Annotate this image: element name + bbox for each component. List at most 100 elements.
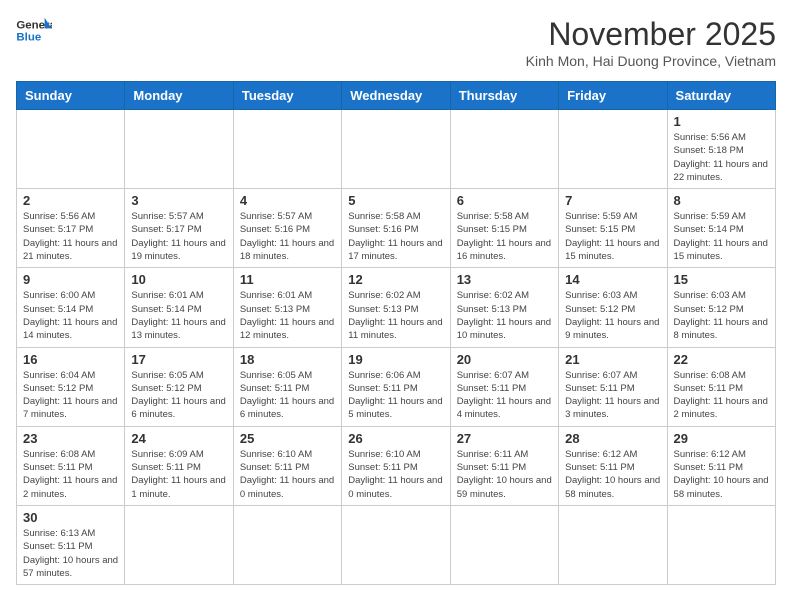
day-info: Sunrise: 6:12 AM Sunset: 5:11 PM Dayligh… (674, 448, 769, 501)
table-row: 15Sunrise: 6:03 AM Sunset: 5:12 PM Dayli… (667, 268, 775, 347)
table-row: 21 Sunrise: 6:07 AM Sunset: 5:11 PM Dayli… (559, 347, 667, 426)
day-number: 12 (348, 272, 443, 287)
table-row: 14 Sunrise: 6:03 AM Sunset: 5:12 PM Dayli… (559, 268, 667, 347)
day-info: Sunrise: 5:58 AM Sunset: 5:16 PM Dayligh… (348, 210, 443, 263)
day-info: Sunrise: 6:01 AM Sunset: 5:14 PM Dayligh… (131, 289, 226, 342)
day-number: 15 (674, 272, 769, 287)
table-row (17, 110, 125, 189)
day-info: Sunrise: 6:06 AM Sunset: 5:11 PM Dayligh… (348, 369, 443, 422)
day-info: Sunrise: 5:57 AM Sunset: 5:16 PM Dayligh… (240, 210, 335, 263)
day-number: 18 (240, 352, 335, 367)
day-number: 16 (23, 352, 118, 367)
header-tuesday: Tuesday (233, 82, 341, 110)
page-header: General Blue November 2025 Kinh Mon, Hai… (16, 16, 776, 69)
table-row (125, 505, 233, 584)
day-info: Sunrise: 6:08 AM Sunset: 5:11 PM Dayligh… (674, 369, 769, 422)
header-friday: Friday (559, 82, 667, 110)
header-wednesday: Wednesday (342, 82, 450, 110)
logo-icon: General Blue (16, 16, 52, 46)
day-number: 23 (23, 431, 118, 446)
table-row: 20Sunrise: 6:07 AM Sunset: 5:11 PM Dayli… (450, 347, 558, 426)
table-row (233, 505, 341, 584)
table-row: 4Sunrise: 5:57 AM Sunset: 5:16 PM Daylig… (233, 189, 341, 268)
table-row: 12Sunrise: 6:02 AM Sunset: 5:13 PM Dayli… (342, 268, 450, 347)
table-row (450, 505, 558, 584)
day-info: Sunrise: 6:10 AM Sunset: 5:11 PM Dayligh… (240, 448, 335, 501)
day-info: Sunrise: 6:04 AM Sunset: 5:12 PM Dayligh… (23, 369, 118, 422)
table-row: 25Sunrise: 6:10 AM Sunset: 5:11 PM Dayli… (233, 426, 341, 505)
logo: General Blue (16, 16, 52, 46)
calendar-row: 16 Sunrise: 6:04 AM Sunset: 5:12 PM Dayli… (17, 347, 776, 426)
day-number: 2 (23, 193, 118, 208)
day-info: Sunrise: 6:10 AM Sunset: 5:11 PM Dayligh… (348, 448, 443, 501)
day-info: Sunrise: 5:57 AM Sunset: 5:17 PM Dayligh… (131, 210, 226, 263)
table-row (125, 110, 233, 189)
table-row: 2Sunrise: 5:56 AM Sunset: 5:17 PM Daylig… (17, 189, 125, 268)
table-row: 11 Sunrise: 6:01 AM Sunset: 5:13 PM Dayli… (233, 268, 341, 347)
calendar-table: Sunday Monday Tuesday Wednesday Thursday… (16, 81, 776, 585)
day-number: 17 (131, 352, 226, 367)
day-number: 27 (457, 431, 552, 446)
svg-text:Blue: Blue (16, 32, 41, 44)
day-info: Sunrise: 5:58 AM Sunset: 5:15 PM Dayligh… (457, 210, 552, 263)
day-number: 22 (674, 352, 769, 367)
day-number: 19 (348, 352, 443, 367)
day-number: 26 (348, 431, 443, 446)
day-number: 3 (131, 193, 226, 208)
day-number: 7 (565, 193, 660, 208)
header-saturday: Saturday (667, 82, 775, 110)
day-info: Sunrise: 6:12 AM Sunset: 5:11 PM Dayligh… (565, 448, 660, 501)
table-row: 18 Sunrise: 6:05 AM Sunset: 5:11 PM Dayli… (233, 347, 341, 426)
table-row (450, 110, 558, 189)
day-info: Sunrise: 6:01 AM Sunset: 5:13 PM Dayligh… (240, 289, 335, 342)
day-number: 10 (131, 272, 226, 287)
day-info: Sunrise: 6:07 AM Sunset: 5:11 PM Dayligh… (565, 369, 660, 422)
day-info: Sunrise: 6:11 AM Sunset: 5:11 PM Dayligh… (457, 448, 552, 501)
day-number: 5 (348, 193, 443, 208)
day-number: 14 (565, 272, 660, 287)
day-number: 30 (23, 510, 118, 525)
day-number: 9 (23, 272, 118, 287)
header-monday: Monday (125, 82, 233, 110)
header-thursday: Thursday (450, 82, 558, 110)
table-row: 29 Sunrise: 6:12 AM Sunset: 5:11 PM Dayli… (667, 426, 775, 505)
table-row: 13 Sunrise: 6:02 AM Sunset: 5:13 PM Dayli… (450, 268, 558, 347)
table-row: 6 Sunrise: 5:58 AM Sunset: 5:15 PM Daylig… (450, 189, 558, 268)
day-info: Sunrise: 6:13 AM Sunset: 5:11 PM Dayligh… (23, 527, 118, 580)
table-row (559, 505, 667, 584)
table-row: 24Sunrise: 6:09 AM Sunset: 5:11 PM Dayli… (125, 426, 233, 505)
day-info: Sunrise: 6:00 AM Sunset: 5:14 PM Dayligh… (23, 289, 118, 342)
day-info: Sunrise: 6:03 AM Sunset: 5:12 PM Dayligh… (565, 289, 660, 342)
day-number: 21 (565, 352, 660, 367)
day-number: 6 (457, 193, 552, 208)
table-row: 28 Sunrise: 6:12 AM Sunset: 5:11 PM Dayli… (559, 426, 667, 505)
calendar-row: 23 Sunrise: 6:08 AM Sunset: 5:11 PM Dayli… (17, 426, 776, 505)
table-row: 10 Sunrise: 6:01 AM Sunset: 5:14 PM Dayli… (125, 268, 233, 347)
table-row: 27 Sunrise: 6:11 AM Sunset: 5:11 PM Dayli… (450, 426, 558, 505)
day-number: 29 (674, 431, 769, 446)
table-row: 5 Sunrise: 5:58 AM Sunset: 5:16 PM Daylig… (342, 189, 450, 268)
weekday-header-row: Sunday Monday Tuesday Wednesday Thursday… (17, 82, 776, 110)
table-row (342, 505, 450, 584)
day-number: 11 (240, 272, 335, 287)
table-row: 19 Sunrise: 6:06 AM Sunset: 5:11 PM Dayli… (342, 347, 450, 426)
day-info: Sunrise: 6:08 AM Sunset: 5:11 PM Dayligh… (23, 448, 118, 501)
day-number: 28 (565, 431, 660, 446)
title-area: November 2025 Kinh Mon, Hai Duong Provin… (526, 16, 776, 69)
table-row: 23 Sunrise: 6:08 AM Sunset: 5:11 PM Dayli… (17, 426, 125, 505)
table-row: 16 Sunrise: 6:04 AM Sunset: 5:12 PM Dayli… (17, 347, 125, 426)
day-number: 8 (674, 193, 769, 208)
day-info: Sunrise: 5:59 AM Sunset: 5:15 PM Dayligh… (565, 210, 660, 263)
table-row: 17 Sunrise: 6:05 AM Sunset: 5:12 PM Dayli… (125, 347, 233, 426)
table-row: 30 Sunrise: 6:13 AM Sunset: 5:11 PM Dayli… (17, 505, 125, 584)
day-info: Sunrise: 6:05 AM Sunset: 5:11 PM Dayligh… (240, 369, 335, 422)
table-row: 7 Sunrise: 5:59 AM Sunset: 5:15 PM Daylig… (559, 189, 667, 268)
table-row (559, 110, 667, 189)
day-number: 13 (457, 272, 552, 287)
day-info: Sunrise: 6:05 AM Sunset: 5:12 PM Dayligh… (131, 369, 226, 422)
table-row: 26 Sunrise: 6:10 AM Sunset: 5:11 PM Dayli… (342, 426, 450, 505)
day-info: Sunrise: 6:02 AM Sunset: 5:13 PM Dayligh… (457, 289, 552, 342)
table-row (667, 505, 775, 584)
day-info: Sunrise: 5:59 AM Sunset: 5:14 PM Dayligh… (674, 210, 769, 263)
calendar-row: 9 Sunrise: 6:00 AM Sunset: 5:14 PM Daylig… (17, 268, 776, 347)
